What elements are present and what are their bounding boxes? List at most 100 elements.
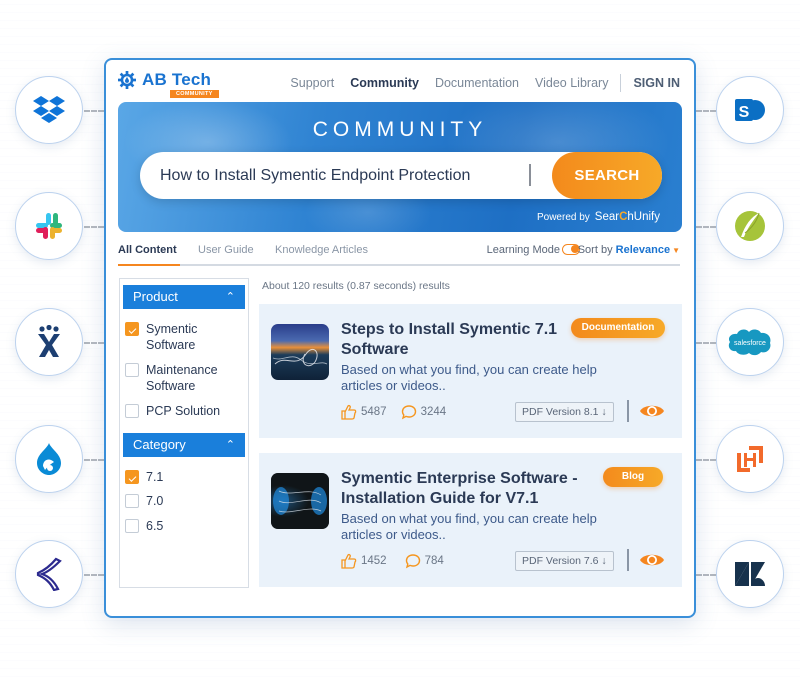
slack-icon <box>36 213 62 239</box>
connector-line <box>696 226 716 228</box>
integration-khoros[interactable] <box>15 540 83 608</box>
integration-zendesk[interactable] <box>716 540 784 608</box>
hero-title: COMMUNITY <box>312 118 488 141</box>
result-description: Based on what you find, you can create h… <box>341 511 597 542</box>
comment-icon[interactable] <box>405 553 421 569</box>
higher-logic-icon <box>737 446 763 472</box>
content-type-badge: Blog <box>603 467 663 487</box>
tab-user-guide[interactable]: User Guide <box>198 244 254 256</box>
integration-salesforce[interactable]: salesforce <box>716 308 784 376</box>
hero-banner: COMMUNITY SEARCH Powered by SearChUnify <box>118 102 682 232</box>
nav-video-library[interactable]: Video Library <box>535 76 608 90</box>
sign-in-link[interactable]: SIGN IN <box>633 76 680 90</box>
search-box: SEARCH <box>140 152 662 199</box>
filter-option[interactable]: PCP Solution <box>125 403 220 419</box>
result-card[interactable]: Symentic Enterprise Software - Installat… <box>259 453 682 587</box>
searchunify-logo[interactable]: SearChUnify <box>595 211 660 223</box>
nav-divider <box>620 74 622 92</box>
gear-drop-icon <box>118 71 136 89</box>
sharepoint-icon: S <box>735 99 765 121</box>
checkbox[interactable] <box>125 519 139 533</box>
result-description: Based on what you find, you can create h… <box>341 362 597 393</box>
logo-text: AB Tech <box>142 70 212 89</box>
pdf-version-dropdown[interactable]: PDF Version 8.1 ↓ <box>515 402 614 422</box>
connector-line <box>696 574 716 576</box>
integration-drupal[interactable] <box>15 425 83 493</box>
tab-knowledge-articles[interactable]: Knowledge Articles <box>275 244 368 256</box>
divider <box>627 549 629 571</box>
result-card[interactable]: Steps to Install Symentic 7.1 Software D… <box>259 304 682 438</box>
jira-icon <box>38 325 60 357</box>
integration-quill[interactable] <box>716 192 784 260</box>
result-title[interactable]: Symentic Enterprise Software - Installat… <box>341 469 641 509</box>
eye-icon[interactable] <box>639 402 665 420</box>
community-window: AB Tech COMMUNITY Support Community Docu… <box>104 58 696 618</box>
svg-text:salesforce: salesforce <box>734 340 766 347</box>
filter-option[interactable]: Maintenance Software <box>125 362 236 394</box>
content-tabs: All Content User Guide Knowledge Article… <box>118 238 680 266</box>
powered-by: Powered by SearChUnify <box>537 211 660 223</box>
drupal-icon <box>37 443 61 475</box>
chevron-up-icon: ⌃ <box>225 291 235 303</box>
connector-line <box>84 574 104 576</box>
connector-line <box>696 110 716 112</box>
filter-sidebar: Product ⌃ Symentic Software Maintenance … <box>119 278 249 588</box>
connector-line <box>84 342 104 344</box>
filter-option[interactable]: 7.0 <box>125 493 163 509</box>
result-stats: 1452 784 <box>341 553 444 569</box>
integration-sharepoint[interactable]: S <box>716 76 784 144</box>
zendesk-icon <box>735 562 765 586</box>
nav-support[interactable]: Support <box>290 76 334 90</box>
connector-line <box>84 459 104 461</box>
thumbs-up-icon[interactable] <box>341 553 357 569</box>
integration-jira[interactable] <box>15 308 83 376</box>
checkbox[interactable] <box>125 494 139 508</box>
comment-count: 3244 <box>420 406 447 418</box>
connector-line <box>696 342 716 344</box>
checkbox[interactable] <box>125 404 139 418</box>
thumbs-up-icon[interactable] <box>341 404 357 420</box>
comment-count: 784 <box>424 555 444 567</box>
result-title[interactable]: Steps to Install Symentic 7.1 Software <box>341 320 571 360</box>
active-tab-indicator <box>118 264 180 266</box>
nav-community[interactable]: Community <box>350 76 419 90</box>
integration-slack[interactable] <box>15 192 83 260</box>
caret-down-icon: ▼ <box>672 246 680 255</box>
connector-line <box>696 459 716 461</box>
facet-product-header[interactable]: Product ⌃ <box>123 285 245 309</box>
integration-dropbox[interactable] <box>15 76 83 144</box>
filter-option[interactable]: 7.1 <box>125 469 163 485</box>
logo[interactable]: AB Tech <box>118 70 211 90</box>
eye-icon[interactable] <box>639 551 665 569</box>
facet-category-header[interactable]: Category ⌃ <box>123 433 245 457</box>
dropbox-icon <box>33 96 65 123</box>
comment-icon[interactable] <box>401 404 417 420</box>
powered-by-label: Powered by <box>536 211 590 223</box>
results-summary: About 120 results (0.87 seconds) results <box>262 280 450 292</box>
result-stats: 5487 3244 <box>341 404 446 420</box>
result-thumbnail <box>271 473 329 529</box>
text-cursor <box>529 164 531 186</box>
divider <box>627 400 629 422</box>
salesforce-icon: salesforce <box>728 329 771 356</box>
sort-dropdown[interactable]: Sort by Relevance ▼ <box>578 244 680 256</box>
chevron-up-icon: ⌃ <box>225 439 235 451</box>
top-nav: Support Community Documentation Video Li… <box>274 74 680 92</box>
filter-option[interactable]: 6.5 <box>125 518 163 534</box>
connector-line <box>84 226 104 228</box>
integration-higher-logic[interactable] <box>716 425 784 493</box>
search-input[interactable] <box>160 152 520 199</box>
checkbox[interactable] <box>125 363 139 377</box>
connector-line <box>84 110 104 112</box>
result-thumbnail <box>271 324 329 380</box>
checkbox-checked[interactable] <box>125 322 139 336</box>
pdf-version-dropdown[interactable]: PDF Version 7.6 ↓ <box>515 551 614 571</box>
sort-label: Sort by <box>577 244 613 256</box>
learning-mode-label: Learning Mode <box>486 244 560 256</box>
search-button[interactable]: SEARCH <box>552 152 662 199</box>
nav-documentation[interactable]: Documentation <box>435 76 519 90</box>
checkbox-checked[interactable] <box>125 470 139 484</box>
tab-all-content[interactable]: All Content <box>118 244 177 256</box>
quill-icon <box>735 211 765 241</box>
filter-option[interactable]: Symentic Software <box>125 321 226 353</box>
